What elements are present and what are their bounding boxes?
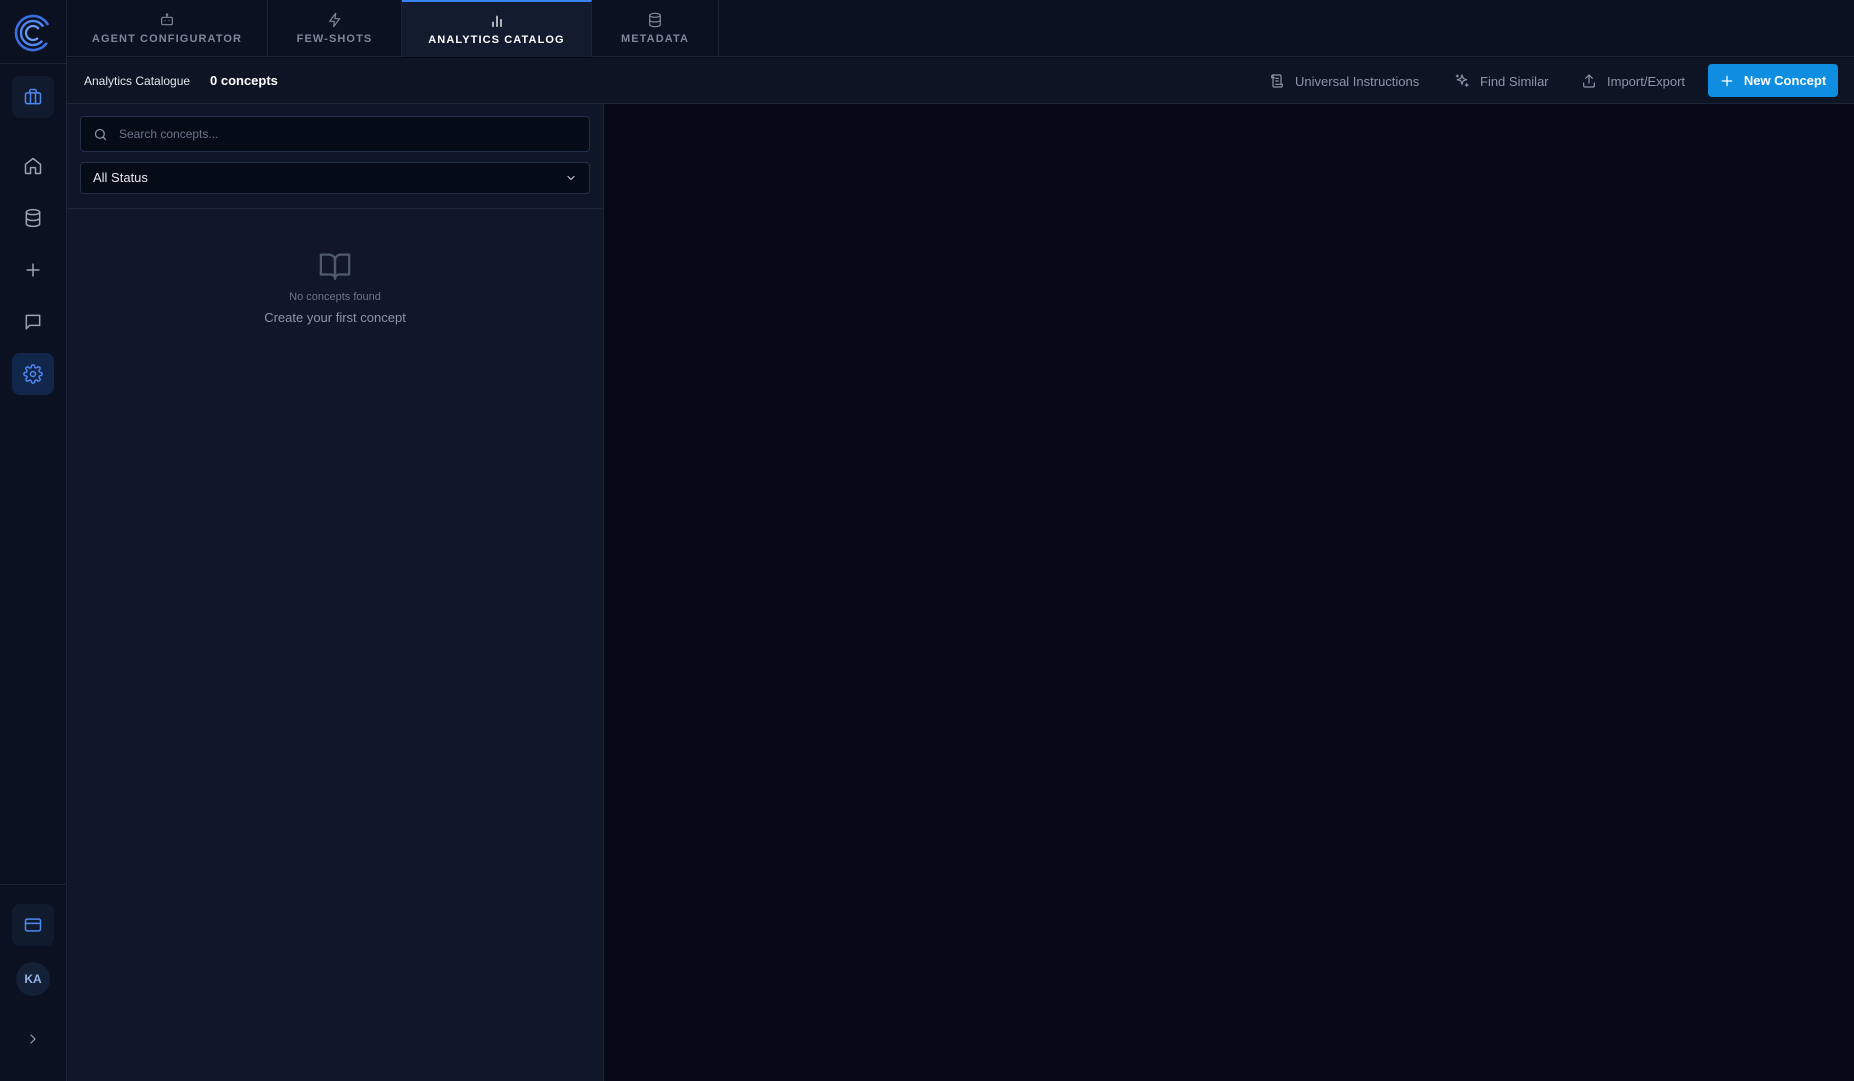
tab-bar: AGENT CONFIGURATOR FEW-SHOTS ANALYTICS C… (67, 0, 1854, 57)
universal-instructions-button[interactable]: Universal Instructions (1269, 58, 1419, 104)
empty-state: No concepts found Create your first conc… (67, 249, 603, 325)
bar-chart-icon (491, 15, 502, 27)
app-root: KA AGENT CONFIGURATOR FEW-SHOTS ANALYTIC… (0, 0, 1854, 1081)
settings-button[interactable] (12, 353, 54, 395)
credit-card-icon (24, 918, 42, 932)
lightning-icon (328, 12, 340, 28)
page-header: Analytics Catalogue 0 concepts Universal… (67, 58, 1854, 104)
import-export-button[interactable]: Import/Export (1581, 58, 1685, 104)
briefcase-icon (24, 88, 42, 105)
new-concept-button[interactable]: New Concept (1708, 64, 1838, 97)
expand-rail-button[interactable] (12, 1018, 54, 1060)
briefcase-button[interactable] (12, 76, 54, 118)
tab-label: ANALYTICS CATALOG (428, 34, 565, 46)
search-box (80, 116, 590, 152)
empty-state-title: No concepts found (289, 291, 381, 303)
gear-icon (23, 364, 43, 384)
tab-label: AGENT CONFIGURATOR (91, 33, 243, 45)
home-button[interactable] (12, 145, 54, 187)
chat-icon (25, 314, 41, 330)
search-input[interactable] (117, 117, 577, 151)
billing-button[interactable] (12, 904, 54, 946)
database-icon (25, 208, 41, 228)
book-open-icon (319, 253, 351, 280)
import-export-label: Import/Export (1607, 73, 1686, 89)
home-icon (24, 157, 42, 175)
chevron-down-icon (567, 175, 575, 181)
rail-divider (0, 63, 67, 64)
tab-metadata[interactable]: METADATA (592, 0, 719, 57)
sparkle-icon (1455, 74, 1469, 87)
tab-label: FEW-SHOTS (296, 33, 373, 45)
scroll-icon (1271, 74, 1283, 88)
upload-icon (1583, 74, 1595, 88)
plus-icon (1721, 75, 1733, 86)
database-icon (649, 12, 661, 28)
concept-count: 0 concepts (210, 73, 278, 88)
left-rail: KA (0, 0, 67, 1081)
empty-state-subtitle: Create your first concept (264, 310, 406, 325)
filter-section: All Status (67, 104, 603, 209)
status-filter-value: All Status (93, 170, 148, 185)
find-similar-button[interactable]: Find Similar (1454, 58, 1549, 104)
search-icon (94, 128, 107, 141)
tab-analytics-catalog[interactable]: ANALYTICS CATALOG (402, 0, 592, 57)
status-filter-select[interactable]: All Status (80, 162, 590, 194)
add-button[interactable] (12, 249, 54, 291)
rail-bottom-divider (0, 884, 67, 885)
user-avatar[interactable]: KA (16, 962, 50, 996)
app-logo[interactable] (12, 12, 54, 54)
robot-icon (161, 13, 173, 26)
universal-instructions-label: Universal Instructions (1295, 73, 1420, 89)
concepts-panel: All Status No concepts found Create your… (67, 104, 604, 1081)
page-title: Analytics Catalogue (84, 74, 191, 88)
find-similar-label: Find Similar (1480, 73, 1549, 89)
tab-few-shots[interactable]: FEW-SHOTS (268, 0, 402, 57)
database-button[interactable] (12, 197, 54, 239)
plus-icon (26, 263, 40, 277)
tab-label: METADATA (620, 33, 690, 45)
new-concept-label: New Concept (1743, 73, 1827, 88)
chevron-right-icon (30, 1034, 36, 1044)
chat-button[interactable] (12, 301, 54, 343)
concept-detail-area (604, 104, 1854, 1081)
tab-agent-configurator[interactable]: AGENT CONFIGURATOR (67, 0, 268, 57)
